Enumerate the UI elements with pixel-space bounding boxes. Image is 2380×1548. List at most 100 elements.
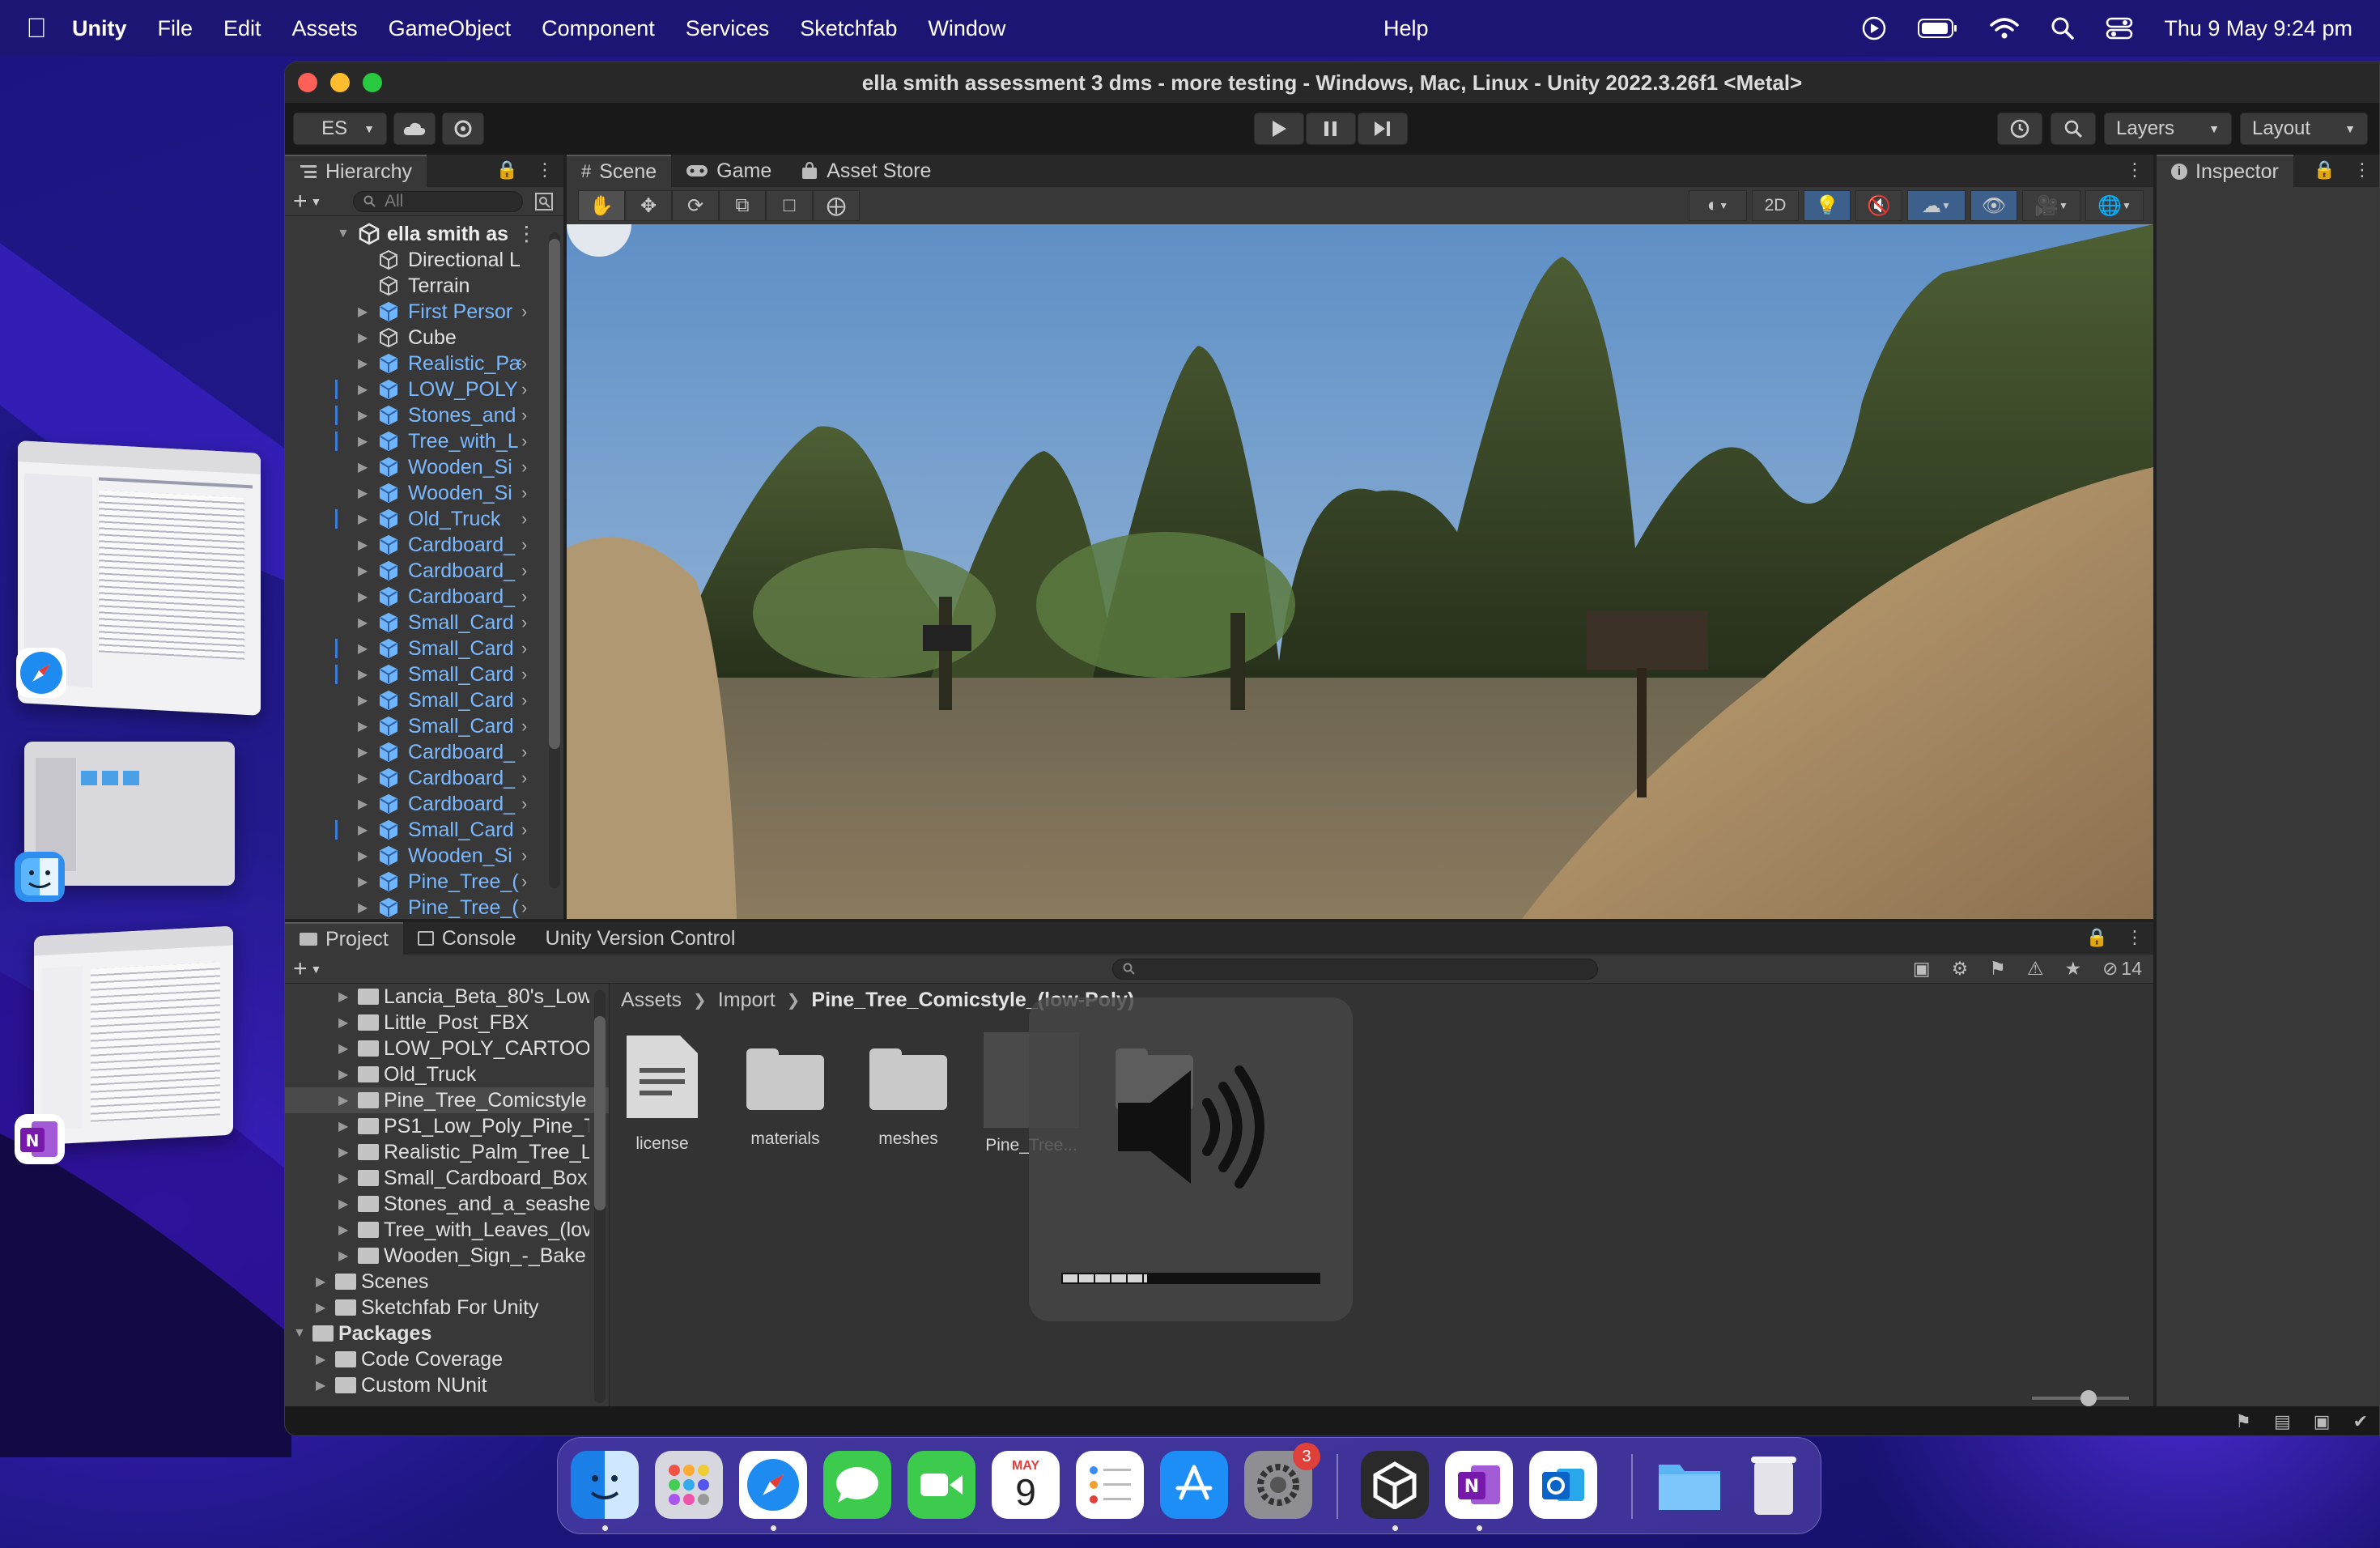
check-circle-icon[interactable]: ✔: [2353, 1411, 2368, 1432]
layout-dropdown[interactable]: Layout ▼: [2240, 113, 2368, 145]
create-add-icon[interactable]: +: [293, 955, 308, 983]
dock-system-settings[interactable]: 3: [1244, 1443, 1320, 1519]
expand-arrow-icon[interactable]: ▶: [358, 666, 368, 683]
project-tree-item[interactable]: ▶ Scenes: [285, 1269, 609, 1295]
menu-help[interactable]: Help: [1368, 16, 1444, 41]
chevron-right-icon[interactable]: ›: [521, 612, 527, 633]
file-tile-license[interactable]: license: [610, 1032, 715, 1154]
step-button[interactable]: [1358, 113, 1408, 145]
menu-component[interactable]: Component: [526, 16, 670, 41]
expand-arrow-icon[interactable]: ▶: [358, 304, 368, 320]
chevron-down-icon[interactable]: ▼: [337, 227, 350, 241]
chevron-down-icon[interactable]: ▼: [311, 195, 322, 208]
menu-file[interactable]: File: [142, 16, 209, 41]
expand-arrow-icon[interactable]: ▶: [358, 744, 368, 760]
expand-arrow-icon[interactable]: ▶: [358, 822, 368, 838]
control-center-icon[interactable]: [2106, 16, 2133, 40]
cloud-button[interactable]: [393, 113, 436, 145]
dock-trash[interactable]: [1740, 1451, 1808, 1519]
expand-arrow-icon[interactable]: ▶: [358, 899, 368, 916]
expand-arrow-icon[interactable]: ▶: [338, 1196, 348, 1212]
dock-outlook[interactable]: [1529, 1451, 1597, 1519]
chevron-right-icon[interactable]: ›: [521, 819, 527, 840]
expand-arrow-icon[interactable]: ▶: [358, 692, 368, 708]
expand-arrow-icon[interactable]: ▶: [358, 589, 368, 605]
audio-toggle[interactable]: 🔇: [1855, 190, 1902, 221]
expand-arrow-icon[interactable]: ▶: [338, 1092, 348, 1108]
chevron-right-icon[interactable]: ›: [521, 560, 527, 581]
scene-root-row[interactable]: ▼ ella smith as ⋮: [285, 221, 542, 247]
expand-arrow-icon[interactable]: ▶: [358, 330, 368, 346]
transform-tool-button[interactable]: ⨁: [813, 190, 860, 221]
onenote-app-icon[interactable]: N: [15, 1114, 65, 1164]
hierarchy-item[interactable]: ▶ Small_Card ›: [285, 817, 542, 843]
expand-arrow-icon[interactable]: ▶: [316, 1299, 325, 1316]
finder-app-icon[interactable]: [15, 852, 65, 902]
project-tree-item[interactable]: ▶ Sketchfab For Unity: [285, 1295, 609, 1320]
chevron-right-icon[interactable]: ›: [521, 742, 527, 763]
toggle-2d-button[interactable]: 2D: [1752, 190, 1799, 221]
tab-hierarchy[interactable]: Hierarchy: [285, 155, 427, 187]
tab-game[interactable]: Game: [671, 155, 786, 187]
create-add-icon[interactable]: +: [293, 188, 308, 215]
file-tile-materials[interactable]: materials: [733, 1032, 838, 1149]
hierarchy-item[interactable]: ▶ Cardboard_ ›: [285, 791, 542, 817]
more-options-icon[interactable]: ⋮: [516, 222, 537, 246]
chevron-right-icon[interactable]: ›: [521, 690, 527, 711]
lock-icon[interactable]: 🔒: [2086, 927, 2108, 948]
chevron-down-icon[interactable]: ▼: [311, 963, 322, 976]
hierarchy-item[interactable]: ▶ Cardboard_ ›: [285, 558, 542, 584]
hierarchy-item[interactable]: ▶ Small_Card ›: [285, 661, 542, 687]
filter-by-label-icon[interactable]: ⚙: [1952, 958, 1969, 980]
dock-downloads-folder[interactable]: [1655, 1451, 1723, 1519]
layers-dropdown[interactable]: Layers ▼: [2104, 113, 2232, 145]
expand-arrow-icon[interactable]: ▶: [358, 874, 368, 890]
dock-facetime[interactable]: [907, 1451, 975, 1519]
lighting-toggle[interactable]: 💡: [1804, 190, 1851, 221]
undo-history-button[interactable]: [1997, 113, 2042, 145]
chevron-right-icon[interactable]: ›: [521, 586, 527, 607]
expand-arrow-icon[interactable]: ▶: [358, 796, 368, 812]
chevron-right-icon[interactable]: ›: [521, 793, 527, 814]
project-search-input[interactable]: [1112, 958, 1598, 980]
menu-sketchfab[interactable]: Sketchfab: [784, 16, 912, 41]
project-tree-item[interactable]: ▶ Wooden_Sign_-_Bake: [285, 1243, 609, 1269]
hierarchy-item[interactable]: ▶ Realistic_Pæ ›: [285, 351, 542, 376]
expand-arrow-icon[interactable]: ▶: [358, 511, 368, 527]
hand-tool-button[interactable]: ✋: [578, 190, 625, 221]
gizmos-dropdown[interactable]: 🌐 ▼: [2085, 190, 2144, 221]
hierarchy-item[interactable]: ▶ Stones_and ›: [285, 402, 542, 428]
hierarchy-item[interactable]: ▶ Small_Card ›: [285, 636, 542, 661]
project-tree-item[interactable]: ▶ Code Coverage: [285, 1346, 609, 1372]
move-tool-button[interactable]: ✥: [625, 190, 672, 221]
tab-project[interactable]: Project: [285, 922, 403, 955]
scene-viewport[interactable]: [567, 224, 2153, 919]
expand-arrow-icon[interactable]: ▶: [358, 407, 368, 423]
expand-arrow-icon[interactable]: ▶: [338, 1118, 348, 1134]
expand-arrow-icon[interactable]: ▶: [358, 640, 368, 657]
chevron-right-icon[interactable]: ›: [521, 897, 527, 918]
dock-unity-hub[interactable]: [1361, 1451, 1429, 1519]
chevron-right-icon[interactable]: ›: [521, 638, 527, 659]
project-tree-item[interactable]: ▶ Lancia_Beta_80's_Low: [285, 984, 609, 1010]
expand-arrow-icon[interactable]: ▶: [338, 1040, 348, 1057]
wifi-icon[interactable]: [1989, 16, 2020, 40]
menu-edit[interactable]: Edit: [208, 16, 277, 41]
hierarchy-item[interactable]: Directional Lig: [285, 247, 542, 273]
hierarchy-search-input[interactable]: All: [353, 190, 523, 212]
more-options-icon[interactable]: ⋮: [536, 159, 554, 181]
hierarchy-item[interactable]: ▶ Wooden_Si ›: [285, 843, 542, 869]
expand-arrow-icon[interactable]: ▶: [358, 718, 368, 734]
search-button[interactable]: [2051, 113, 2096, 145]
project-tree-item[interactable]: ▶ Custom NUnit: [285, 1372, 609, 1398]
play-button[interactable]: [1254, 113, 1304, 145]
tab-version-control[interactable]: Unity Version Control: [531, 922, 750, 955]
dock-reminders[interactable]: [1076, 1451, 1144, 1519]
hierarchy-item[interactable]: ▶ Cardboard_ ›: [285, 532, 542, 558]
dock-messages[interactable]: [823, 1451, 891, 1519]
expand-arrow-icon[interactable]: ▶: [358, 537, 368, 553]
battery-icon[interactable]: [1918, 18, 1958, 39]
chevron-down-icon[interactable]: ▼: [293, 1326, 306, 1341]
expand-arrow-icon[interactable]: ▶: [358, 433, 368, 449]
chevron-right-icon[interactable]: ›: [521, 457, 527, 478]
